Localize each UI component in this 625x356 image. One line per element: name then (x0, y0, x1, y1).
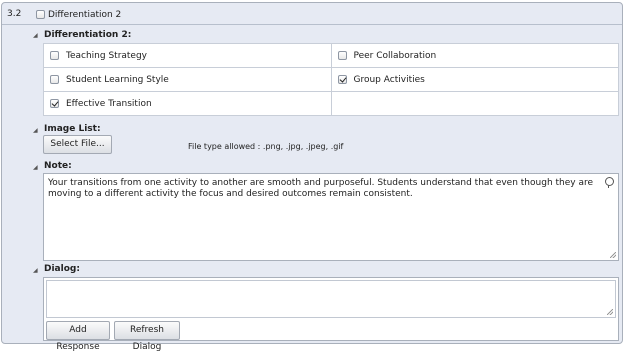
empty-cell (330, 91, 619, 116)
collapse-triangle-icon[interactable]: ◢ (33, 267, 38, 274)
section-panel: 3.2 Differentiation 2 ◢ Differentiation … (1, 2, 623, 352)
student-learning-style-checkbox[interactable] (50, 75, 59, 84)
differentiation-heading: Differentiation 2: (44, 30, 132, 40)
add-response-button[interactable]: Add Response (46, 321, 110, 352)
teaching-strategy-checkbox[interactable] (50, 51, 59, 60)
collapse-triangle-icon[interactable]: ◢ (33, 32, 38, 39)
spellcheck-icon[interactable] (605, 177, 614, 188)
note-heading: Note: (44, 161, 72, 171)
option-label: Teaching Strategy (66, 50, 148, 61)
effective-transition-checkbox[interactable] (50, 99, 59, 108)
option-label: Group Activities (353, 74, 425, 85)
file-type-note: File type allowed : .png, .jpg, .jpeg, .… (188, 142, 344, 151)
differentiation-options: Teaching Strategy Peer Collaboration Stu… (43, 43, 619, 116)
collapse-triangle-icon[interactable]: ◢ (33, 164, 38, 171)
peer-collaboration-checkbox[interactable] (337, 51, 347, 60)
dialog-heading: Dialog: (44, 264, 80, 274)
resize-grip-icon[interactable] (610, 252, 616, 258)
collapse-triangle-icon[interactable]: ◢ (33, 127, 38, 134)
option-label: Student Learning Style (66, 74, 169, 85)
note-text: Your transitions from one activity to an… (48, 178, 594, 199)
image-list-heading: Image List: (44, 124, 101, 134)
note-textarea[interactable]: Your transitions from one activity to an… (43, 173, 619, 261)
resize-grip-icon[interactable] (607, 309, 613, 315)
section-title: Differentiation 2 (48, 10, 122, 20)
group-activities-checkbox[interactable] (337, 75, 347, 84)
select-file-button[interactable]: Select File... (43, 135, 112, 154)
option-label: Peer Collaboration (353, 50, 437, 61)
section-checkbox[interactable] (36, 10, 45, 19)
dialog-panel: Add Response Refresh Dialog (43, 277, 619, 352)
refresh-dialog-button[interactable]: Refresh Dialog (114, 321, 180, 352)
section-number: 3.2 (7, 9, 22, 19)
section-header: 3.2 Differentiation 2 (2, 6, 622, 25)
option-label: Effective Transition (66, 98, 152, 109)
dialog-textarea[interactable] (46, 280, 616, 318)
